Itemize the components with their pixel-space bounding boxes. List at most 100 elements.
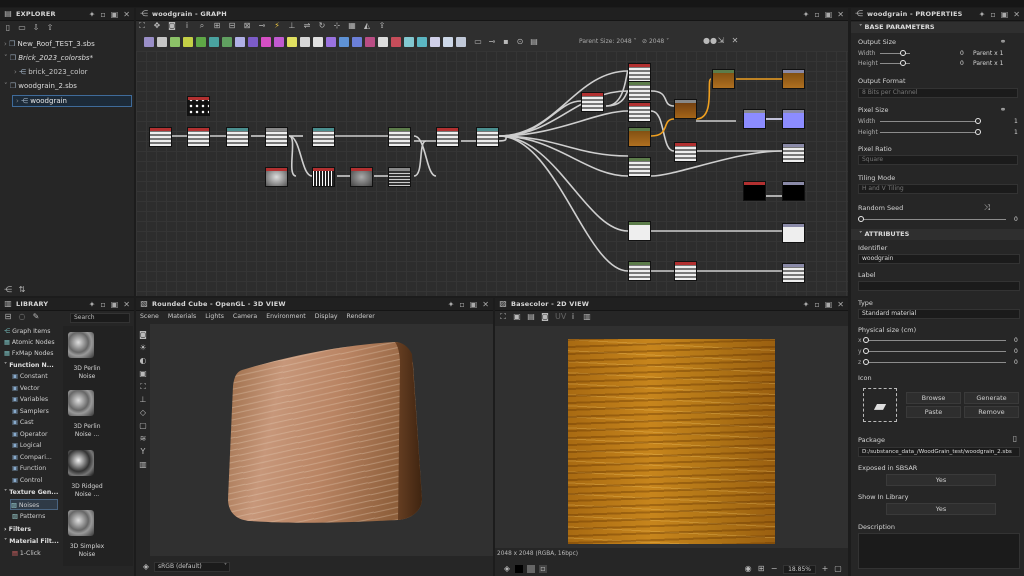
generate-button[interactable]: Generate	[964, 392, 1019, 404]
graph-node[interactable]	[628, 221, 651, 241]
histogram-icon[interactable]: ▥	[583, 313, 591, 321]
snap-icon[interactable]: ⊹	[333, 22, 341, 30]
exposed-toggle[interactable]: Yes	[886, 474, 996, 486]
menu-camera[interactable]: Camera	[233, 313, 257, 320]
asset-thumbnail[interactable]	[68, 510, 94, 536]
menu-materials[interactable]: Materials	[168, 313, 196, 320]
graph-node[interactable]	[628, 261, 651, 281]
explorer-item[interactable]: ˅ ❒ Brick_2023_colorsbs*	[4, 52, 134, 64]
output-node[interactable]	[782, 181, 805, 201]
graph-node[interactable]	[743, 109, 766, 129]
pixel-width-knob[interactable]	[975, 118, 981, 124]
settings-icon[interactable]: ◌	[18, 313, 26, 321]
float-icon[interactable]: ▫	[459, 300, 464, 309]
tree-noises[interactable]: ▨ Noises	[10, 499, 58, 510]
graph-node[interactable]	[628, 63, 651, 83]
eye-icon[interactable]: ◉	[744, 565, 752, 573]
frame-icon[interactable]: ⛶	[139, 383, 147, 391]
graph-node[interactable]	[581, 92, 604, 112]
output-node[interactable]	[782, 263, 805, 283]
graph-node[interactable]	[674, 261, 697, 281]
pin-icon[interactable]: ✦	[89, 300, 96, 309]
shuffle-icon[interactable]: ⤨	[983, 204, 991, 212]
frame-icon[interactable]: ⛶	[499, 313, 507, 321]
pin-icon[interactable]: ✦	[803, 300, 810, 309]
phys-y-slider[interactable]	[866, 351, 1006, 352]
graph-node[interactable]	[187, 127, 210, 147]
expand-icon[interactable]: ⇲	[717, 37, 725, 45]
graph-node[interactable]	[187, 96, 210, 116]
library-search[interactable]: Search	[70, 313, 130, 323]
align-icon[interactable]: ⊟	[228, 22, 236, 30]
tree-1-click[interactable]: ▤ 1-Click	[12, 548, 41, 559]
pin-icon[interactable]: ✦	[979, 10, 986, 19]
node-tool-svg[interactable]	[183, 37, 193, 47]
zoom-out-icon[interactable]: −	[770, 565, 778, 573]
output-node[interactable]	[782, 109, 805, 129]
pixel-height-slider[interactable]	[880, 132, 978, 133]
graph-node[interactable]	[265, 167, 288, 187]
close-icon[interactable]: ✕	[1013, 10, 1020, 19]
light-icon[interactable]: ☀	[139, 344, 147, 352]
highlight-icon[interactable]: ⚡	[273, 22, 281, 30]
close-icon[interactable]: ✕	[123, 10, 130, 19]
node-tool-text[interactable]	[352, 37, 362, 47]
pin-icon[interactable]: ✦	[803, 10, 810, 19]
remove-button[interactable]: Remove	[964, 406, 1019, 418]
tree-logical[interactable]: ▣ Logical	[12, 440, 42, 451]
export-icon[interactable]: ⇪	[378, 22, 386, 30]
graph-node[interactable]	[712, 69, 735, 89]
tree-texture-generators[interactable]: ˅ Texture Gen...	[4, 487, 58, 498]
node-tool-output[interactable]	[430, 37, 440, 47]
open-folder-icon[interactable]: ▭	[18, 24, 26, 32]
node-tool-shuffle[interactable]	[365, 37, 375, 47]
node-tool-channel[interactable]	[404, 37, 414, 47]
float-icon[interactable]: ▫	[814, 10, 819, 19]
pin-icon[interactable]: ✦	[448, 300, 455, 309]
node-tool-levels[interactable]	[222, 37, 232, 47]
graph-node[interactable]	[476, 127, 499, 147]
graph-node[interactable]	[350, 167, 373, 187]
import-icon[interactable]: ⇩	[32, 24, 40, 32]
export-icon[interactable]: ⇧	[46, 24, 54, 32]
maximize-icon[interactable]: ▣	[1001, 10, 1009, 19]
node-tool-gradmap[interactable]	[378, 37, 388, 47]
node-tool-gradient[interactable]	[209, 37, 219, 47]
node-tool-pixelproc[interactable]	[339, 37, 349, 47]
output-node[interactable]	[782, 223, 805, 243]
connect-icon[interactable]: ⊥	[288, 22, 296, 30]
output-node[interactable]	[782, 69, 805, 89]
tiling-mode-select[interactable]: H and V Tiling	[858, 184, 1018, 194]
pin-node-icon[interactable]: ⊙	[516, 38, 524, 46]
bake-icon[interactable]: ◭	[363, 22, 371, 30]
height-slider-knob[interactable]	[900, 60, 906, 66]
node-tool-hsl[interactable]	[235, 37, 245, 47]
node-tool-blend[interactable]	[144, 37, 154, 47]
fit-icon[interactable]: ▢	[834, 565, 842, 573]
graph-node[interactable]	[312, 127, 335, 147]
node-tool-transform[interactable]	[313, 37, 323, 47]
checker-icon[interactable]	[527, 565, 535, 573]
random-seed-slider[interactable]	[862, 219, 1006, 220]
tree-samplers[interactable]: ▣ Samplers	[12, 406, 49, 417]
zoom-field[interactable]: 18.85%	[783, 564, 816, 574]
tree-constant[interactable]: ▣ Constant	[12, 371, 48, 382]
menu-renderer[interactable]: Renderer	[347, 313, 375, 320]
save-icon[interactable]: ▣	[513, 313, 521, 321]
distribute-icon[interactable]: ⊠	[243, 22, 251, 30]
edit-icon[interactable]: ✎	[32, 313, 40, 321]
random-seed-knob[interactable]	[858, 216, 864, 222]
tree-patterns[interactable]: ▨ Patterns	[12, 511, 45, 522]
close-icon[interactable]: ✕	[837, 300, 844, 309]
asset-thumbnail[interactable]	[68, 450, 94, 476]
graph-node[interactable]	[674, 142, 697, 162]
node-tool-fxmap[interactable]	[326, 37, 336, 47]
tree-function[interactable]: ▣ Function	[12, 463, 46, 474]
explorer-item[interactable]: › ⋲ brick_2023_color	[14, 66, 134, 78]
connect-icon[interactable]: ●●	[703, 37, 717, 45]
pixel-height-knob[interactable]	[975, 129, 981, 135]
graph-node[interactable]	[436, 127, 459, 147]
maximize-icon[interactable]: ▣	[470, 300, 478, 309]
graph-canvas[interactable]	[136, 51, 848, 296]
graph-node[interactable]	[265, 127, 288, 147]
